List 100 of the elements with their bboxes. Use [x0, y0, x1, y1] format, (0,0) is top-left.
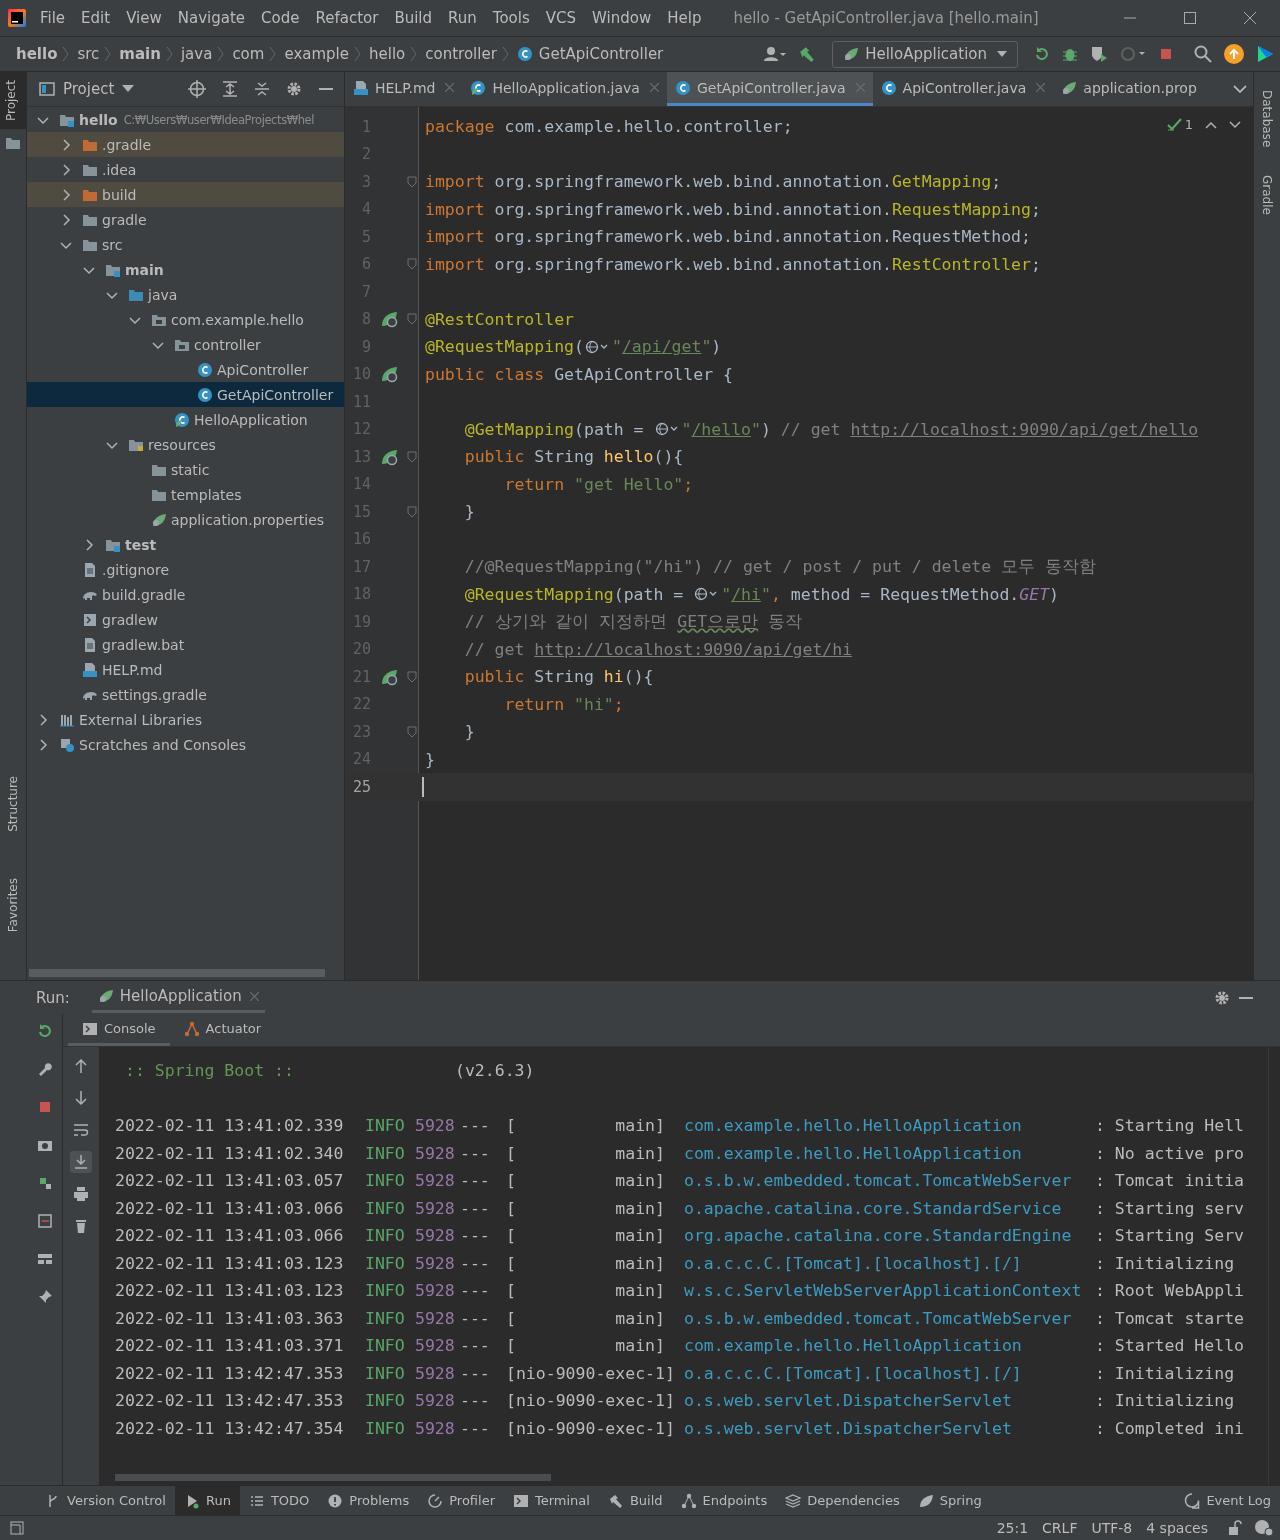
- breadcrumb[interactable]: java: [180, 45, 213, 63]
- menu-item[interactable]: Tools: [492, 9, 530, 27]
- tool-window-tab[interactable]: Structure: [2, 767, 24, 840]
- log-logger[interactable]: com.example.hello.HelloApplication: [684, 1336, 1095, 1356]
- project-tool-tab[interactable]: Project: [0, 72, 27, 130]
- tree-item[interactable]: src: [27, 232, 344, 257]
- spring-bean-icon[interactable]: [380, 667, 398, 686]
- update-icon[interactable]: [1224, 44, 1244, 64]
- event-log-tab[interactable]: Event Log: [1175, 1486, 1280, 1515]
- breadcrumb[interactable]: hello: [16, 45, 58, 63]
- bug-icon[interactable]: [1062, 46, 1078, 62]
- log-logger[interactable]: w.s.c.ServletWebServerApplicationContext: [684, 1281, 1095, 1301]
- expand-all-icon[interactable]: [222, 81, 238, 97]
- menu-item[interactable]: Build: [394, 9, 433, 27]
- menu-item[interactable]: Refactor: [315, 9, 379, 27]
- tree-item[interactable]: settings.gradle: [27, 682, 344, 707]
- editor-tab[interactable]: HelloApplication.java: [462, 72, 667, 106]
- panel-toggle-icon[interactable]: [10, 1521, 24, 1535]
- tree-item[interactable]: build: [27, 182, 344, 207]
- tool-window-tab[interactable]: Terminal: [504, 1486, 599, 1515]
- tree-item[interactable]: static: [27, 457, 344, 482]
- fold-marker-icon[interactable]: [407, 175, 417, 188]
- tool-window-tab[interactable]: Problems: [318, 1486, 419, 1515]
- menu-item[interactable]: Run: [448, 9, 477, 27]
- tree-item[interactable]: GetApiController: [27, 382, 344, 407]
- tree-item[interactable]: resources: [27, 432, 344, 457]
- menu-item[interactable]: File: [40, 9, 66, 27]
- log-logger[interactable]: o.s.b.w.embedded.tomcat.TomcatWebServer: [684, 1308, 1095, 1328]
- breadcrumb[interactable]: com: [232, 45, 265, 63]
- tree-item[interactable]: HelloApplication: [27, 407, 344, 432]
- editor-tab[interactable]: ApiController.java: [872, 72, 1054, 106]
- log-logger[interactable]: o.s.b.w.embedded.tomcat.TomcatWebServer: [684, 1171, 1095, 1191]
- tool-window-tab[interactable]: Endpoints: [671, 1486, 777, 1515]
- tool-window-tab[interactable]: Database: [1256, 72, 1278, 158]
- spring-bean-icon[interactable]: [380, 447, 398, 466]
- tree-item[interactable]: controller: [27, 332, 344, 357]
- lock-icon[interactable]: [1228, 1520, 1242, 1536]
- breadcrumb[interactable]: GetApiController: [538, 45, 664, 63]
- tree-item[interactable]: HELP.md: [27, 657, 344, 682]
- run-configuration-dropdown[interactable]: HelloApplication: [832, 40, 1018, 68]
- log-logger[interactable]: com.example.hello.HelloApplication: [684, 1116, 1095, 1136]
- tool-window-tab[interactable]: Build: [598, 1486, 672, 1515]
- log-logger[interactable]: com.example.hello.HelloApplication: [684, 1143, 1095, 1163]
- tree-item[interactable]: templates: [27, 482, 344, 507]
- status-item[interactable]: 25:1: [996, 1520, 1029, 1536]
- breadcrumb[interactable]: controller: [425, 45, 497, 63]
- log-logger[interactable]: o.a.c.c.C.[Tomcat].[localhost].[/]: [684, 1253, 1095, 1273]
- tree-item[interactable]: hello C:₩Users₩user₩IdeaProjects₩hel: [27, 107, 344, 132]
- down-chevron-icon[interactable]: [1229, 120, 1241, 129]
- tool-window-tab[interactable]: Profiler: [418, 1486, 504, 1515]
- log-logger[interactable]: o.s.web.servlet.DispatcherServlet: [684, 1391, 1095, 1411]
- fold-marker-icon[interactable]: [407, 670, 417, 683]
- tool-window-tab[interactable]: Run: [174, 1486, 240, 1515]
- tree-item[interactable]: External Libraries: [27, 707, 344, 732]
- tree-item[interactable]: .gradle: [27, 132, 344, 157]
- fold-marker-icon[interactable]: [407, 313, 417, 326]
- code-with-me-icon[interactable]: [1256, 45, 1274, 63]
- dropdown-caret-icon[interactable]: [122, 85, 135, 93]
- scrollbar[interactable]: [115, 1474, 551, 1481]
- log-logger[interactable]: o.apache.catalina.core.StandardService: [684, 1198, 1095, 1218]
- menu-item[interactable]: Help: [667, 9, 702, 27]
- menu-item[interactable]: Navigate: [177, 9, 246, 27]
- tool-window-tab[interactable]: Version Control: [36, 1486, 175, 1515]
- editor-tab[interactable]: HELP.md: [345, 72, 463, 106]
- locate-icon[interactable]: [188, 80, 206, 98]
- panel-title[interactable]: Project: [63, 80, 115, 98]
- editor-tab[interactable]: GetApiController.java: [666, 72, 873, 106]
- breadcrumb[interactable]: hello: [369, 45, 406, 63]
- fold-marker-icon[interactable]: [407, 505, 417, 518]
- editor-tab[interactable]: application.prop: [1053, 72, 1205, 106]
- tree-item[interactable]: .gitignore: [27, 557, 344, 582]
- tool-window-tab[interactable]: Dependencies: [776, 1486, 909, 1515]
- inspection-status[interactable]: 1: [1166, 117, 1193, 132]
- stop-icon[interactable]: [1158, 46, 1174, 62]
- log-logger[interactable]: o.s.web.servlet.DispatcherServlet: [684, 1418, 1095, 1438]
- status-item[interactable]: CRLF: [1042, 1520, 1078, 1536]
- tree-item[interactable]: gradlew.bat: [27, 632, 344, 657]
- settings-icon[interactable]: [286, 81, 302, 97]
- scroll-to-end-icon[interactable]: [70, 1151, 92, 1173]
- breadcrumb[interactable]: main: [119, 45, 161, 63]
- collapse-all-icon[interactable]: [254, 81, 270, 97]
- spring-bean-icon[interactable]: [380, 365, 398, 384]
- console-tab[interactable]: Actuator: [169, 1014, 276, 1046]
- search-icon[interactable]: [1194, 45, 1212, 63]
- menu-item[interactable]: Window: [592, 9, 652, 27]
- rerun-icon[interactable]: [1034, 46, 1050, 62]
- status-item[interactable]: UTF-8: [1091, 1520, 1133, 1536]
- settings-icon[interactable]: [1214, 989, 1230, 1006]
- tree-item[interactable]: gradle: [27, 207, 344, 232]
- tool-window-tab[interactable]: TODO: [239, 1486, 319, 1515]
- tree-item[interactable]: com.example.hello: [27, 307, 344, 332]
- tree-item[interactable]: .idea: [27, 157, 344, 182]
- tree-item[interactable]: main: [27, 257, 344, 282]
- run-configuration-tab[interactable]: HelloApplication: [91, 982, 265, 1013]
- scrollbar[interactable]: [29, 969, 325, 977]
- tree-item[interactable]: application.properties: [27, 507, 344, 532]
- log-logger[interactable]: o.a.c.c.C.[Tomcat].[localhost].[/]: [684, 1363, 1095, 1383]
- tree-item[interactable]: java: [27, 282, 344, 307]
- tree-item[interactable]: test: [27, 532, 344, 557]
- spring-bean-icon[interactable]: [380, 310, 398, 329]
